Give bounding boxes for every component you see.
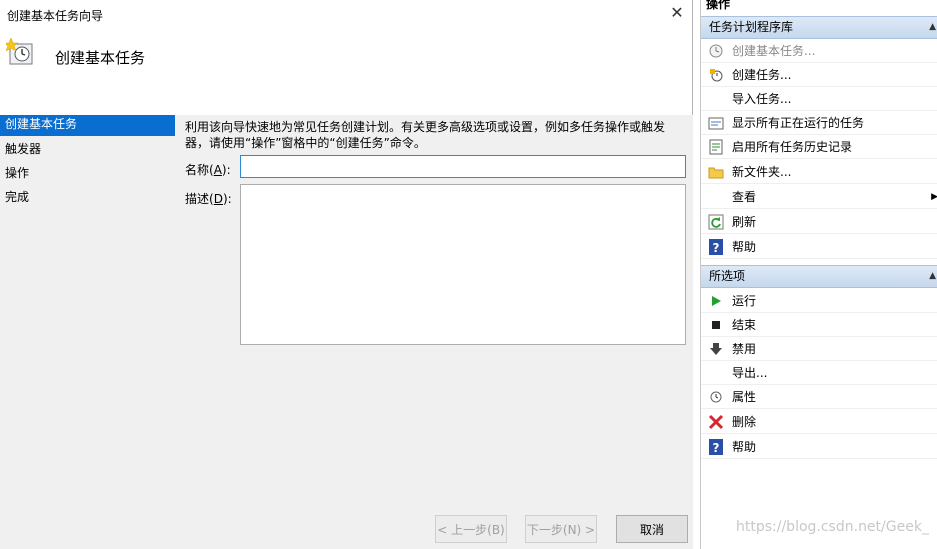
step-trigger[interactable]: 触发器 bbox=[0, 139, 175, 163]
action-enable-task-history[interactable]: 启用所有任务历史记录 bbox=[701, 135, 937, 159]
action-label: 导入任务... bbox=[732, 92, 792, 106]
history-icon bbox=[706, 138, 726, 156]
stop-icon bbox=[706, 316, 726, 334]
action-new-folder[interactable]: 新文件夹... bbox=[701, 160, 937, 184]
action-create-task[interactable]: 创建任务... bbox=[701, 63, 937, 87]
step-finish[interactable]: 完成 bbox=[0, 187, 175, 211]
clock-wizard-icon bbox=[706, 42, 726, 60]
submenu-arrow-icon: ▶ bbox=[931, 191, 937, 202]
section-title: 任务计划程序库 bbox=[709, 20, 794, 34]
collapse-arrow-icon[interactable]: ▲ bbox=[929, 17, 936, 38]
description-input[interactable] bbox=[240, 184, 686, 345]
next-button[interactable]: 下一步(N) > bbox=[525, 515, 597, 543]
name-input[interactable] bbox=[240, 155, 686, 178]
action-label: 启用所有任务历史记录 bbox=[732, 140, 853, 154]
action-label: 创建任务... bbox=[732, 68, 792, 82]
action-help-selected[interactable]: ? 帮助 bbox=[701, 435, 937, 459]
close-icon[interactable]: ✕ bbox=[668, 4, 686, 22]
action-label: 帮助 bbox=[732, 240, 757, 254]
previous-button[interactable]: < 上一步(B) bbox=[435, 515, 507, 543]
action-label: 查看 bbox=[732, 190, 757, 204]
task-wizard-clock-icon bbox=[6, 38, 33, 65]
running-tasks-icon bbox=[706, 114, 726, 132]
action-label: 禁用 bbox=[732, 342, 757, 356]
section-task-scheduler-library[interactable]: 任务计划程序库 ▲ bbox=[701, 16, 937, 39]
delete-icon bbox=[706, 413, 726, 431]
step-action[interactable]: 操作 bbox=[0, 163, 175, 187]
help-icon: ? bbox=[706, 438, 726, 456]
action-end[interactable]: 结束 bbox=[701, 313, 937, 337]
wizard-header-title: 创建基本任务 bbox=[55, 49, 146, 67]
refresh-icon bbox=[706, 213, 726, 231]
action-label: 创建基本任务... bbox=[732, 44, 816, 58]
action-help[interactable]: ? 帮助 bbox=[701, 235, 937, 259]
action-label: 导出... bbox=[732, 366, 768, 380]
action-disable[interactable]: 禁用 bbox=[701, 337, 937, 361]
action-label: 结束 bbox=[732, 318, 757, 332]
wizard-window-title: 创建基本任务向导 bbox=[7, 9, 104, 23]
task-icon bbox=[706, 66, 726, 84]
action-label: 属性 bbox=[732, 390, 757, 404]
step-create-basic-task[interactable]: 创建基本任务 bbox=[0, 115, 175, 136]
action-label: 刷新 bbox=[732, 215, 757, 229]
description-label: 描述(D): bbox=[185, 192, 232, 206]
action-delete[interactable]: 删除 bbox=[701, 410, 937, 434]
action-label: 显示所有正在运行的任务 bbox=[732, 116, 865, 130]
wizard-content: 利用该向导快速地为常见任务创建计划。有关更多高级选项或设置，例如多任务操作或触发… bbox=[175, 115, 693, 549]
action-label: 新文件夹... bbox=[732, 165, 792, 179]
action-label: 删除 bbox=[732, 415, 757, 429]
cancel-button[interactable]: 取消 bbox=[616, 515, 688, 543]
properties-icon bbox=[706, 388, 726, 406]
help-icon: ? bbox=[706, 238, 726, 256]
folder-icon bbox=[706, 163, 726, 181]
section-selected-item[interactable]: 所选项 ▲ bbox=[701, 265, 937, 288]
actions-pane: 操作 任务计划程序库 ▲ 创建基本任务... 创建任务... 导入任务... 显… bbox=[700, 0, 937, 549]
action-import-task[interactable]: 导入任务... bbox=[701, 87, 937, 111]
wizard-description: 利用该向导快速地为常见任务创建计划。有关更多高级选项或设置，例如多任务操作或触发… bbox=[185, 120, 666, 150]
action-view[interactable]: 查看 ▶ bbox=[701, 185, 937, 209]
action-show-running-tasks[interactable]: 显示所有正在运行的任务 bbox=[701, 111, 937, 135]
section-title: 所选项 bbox=[709, 269, 746, 283]
action-properties[interactable]: 属性 bbox=[701, 385, 937, 409]
action-label: 运行 bbox=[732, 294, 757, 308]
action-export[interactable]: 导出... bbox=[701, 361, 937, 385]
action-run[interactable]: 运行 bbox=[701, 289, 937, 313]
wizard-steps-list: 创建基本任务 触发器 操作 完成 bbox=[0, 115, 175, 549]
collapse-arrow-icon[interactable]: ▲ bbox=[929, 266, 936, 287]
create-basic-task-wizard: 创建基本任务向导 ✕ 创建基本任务 创建基本任务 触发器 操作 完成 利用该向导… bbox=[0, 0, 693, 549]
action-create-basic-task[interactable]: 创建基本任务... bbox=[701, 39, 937, 63]
action-refresh[interactable]: 刷新 bbox=[701, 210, 937, 234]
name-label: 名称(A): bbox=[185, 163, 231, 177]
action-label: 帮助 bbox=[732, 440, 757, 454]
svg-text:?: ? bbox=[713, 441, 720, 455]
svg-text:?: ? bbox=[713, 241, 720, 255]
run-icon bbox=[706, 292, 726, 310]
actions-pane-title: 操作 bbox=[706, 0, 731, 11]
disable-icon bbox=[706, 340, 726, 358]
watermark-text: https://blog.csdn.net/Geek_ bbox=[736, 519, 929, 535]
